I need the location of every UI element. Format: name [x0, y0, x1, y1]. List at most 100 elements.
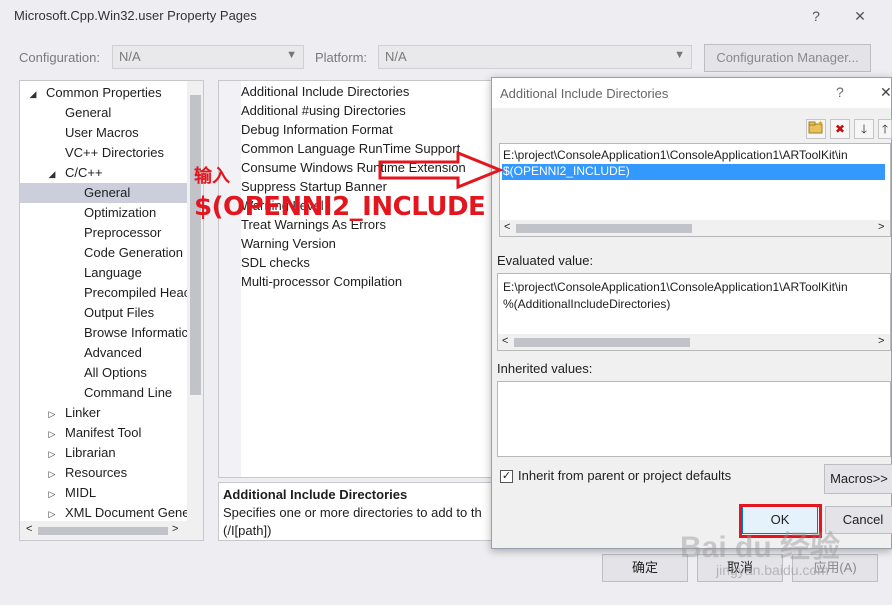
- collapsed-icon[interactable]: ▷: [47, 484, 57, 503]
- inherit-checkbox[interactable]: ✓: [500, 470, 513, 483]
- tree-item[interactable]: Preprocessor: [20, 223, 187, 243]
- tree-item[interactable]: Browse Informatic: [20, 323, 187, 343]
- inherited-label: Inherited values:: [497, 361, 593, 376]
- property-row[interactable]: SDL checks: [241, 253, 310, 272]
- tree-item-label: Optimization: [84, 205, 157, 220]
- tree-item-label: All Options: [84, 365, 147, 380]
- tree-item[interactable]: VC++ Directories: [20, 143, 187, 163]
- tree-item[interactable]: ▷ Librarian: [20, 443, 187, 463]
- description-switch: (/I[path]): [223, 523, 272, 538]
- move-up-icon[interactable]: 🡑: [878, 119, 892, 139]
- annotation-macro: $(OPENNI2_INCLUDE: [194, 192, 486, 222]
- tree-item-label: Common Properties: [46, 85, 162, 100]
- dialog-close-button[interactable]: ✕: [880, 84, 892, 101]
- collapsed-icon[interactable]: ▷: [47, 404, 57, 423]
- tree-item[interactable]: Optimization: [20, 203, 187, 223]
- tree-scrollbar[interactable]: [187, 81, 203, 521]
- ok-button-cn[interactable]: 确定: [602, 554, 688, 582]
- help-button[interactable]: ?: [804, 6, 828, 26]
- tree-item-label: Output Files: [84, 305, 155, 320]
- tree-item-label: Language: [84, 265, 142, 280]
- tree-item-label: Preprocessor: [84, 225, 162, 240]
- property-row[interactable]: Debug Information Format: [241, 120, 393, 139]
- close-button[interactable]: ✕: [848, 6, 872, 26]
- include-dirs-dialog: Additional Include Directories ? ✕ ✶ ✖ 🡓…: [491, 77, 892, 549]
- delete-icon[interactable]: ✖: [830, 119, 850, 139]
- directory-line-2-editing[interactable]: $(OPENNI2_INCLUDE): [502, 164, 885, 180]
- description-title: Additional Include Directories: [223, 487, 408, 502]
- hscroll-thumb[interactable]: [514, 338, 690, 347]
- watermark-logo: Bai du 经验: [680, 531, 841, 564]
- move-down-icon[interactable]: 🡓: [854, 119, 874, 139]
- configuration-combo[interactable]: N/A ▼: [112, 45, 304, 69]
- tree-item-label: Browse Informatic: [84, 325, 187, 340]
- tree-item[interactable]: General: [20, 103, 187, 123]
- directory-line-1[interactable]: E:\project\ConsoleApplication1\ConsoleAp…: [503, 148, 848, 162]
- tree-item[interactable]: Code Generation: [20, 243, 187, 263]
- tree-item[interactable]: Command Line: [20, 383, 187, 403]
- scroll-right-icon[interactable]: >: [172, 523, 178, 535]
- evaluated-label: Evaluated value:: [497, 253, 594, 268]
- scroll-right-icon[interactable]: >: [878, 335, 884, 347]
- platform-combo[interactable]: N/A ▼: [378, 45, 692, 69]
- tree-item[interactable]: ▷ Resources: [20, 463, 187, 483]
- property-row[interactable]: Additional Include Directories: [241, 82, 409, 101]
- property-row[interactable]: Multi-processor Compilation: [241, 272, 402, 291]
- new-folder-icon[interactable]: ✶: [806, 119, 826, 139]
- expanded-icon[interactable]: ◢: [47, 164, 57, 183]
- svg-text:✶: ✶: [817, 120, 824, 128]
- property-row[interactable]: Warning Version: [241, 234, 336, 253]
- hscroll-thumb[interactable]: [516, 224, 692, 233]
- tree-item[interactable]: ▷ Manifest Tool: [20, 423, 187, 443]
- property-list: Additional Include Directories Additional…: [219, 81, 497, 477]
- directory-list[interactable]: E:\project\ConsoleApplication1\ConsoleAp…: [499, 143, 891, 237]
- expanded-icon[interactable]: ◢: [28, 84, 38, 103]
- dialog-title: Additional Include Directories: [500, 86, 669, 101]
- description-pane: Additional Include Directories Specifies…: [218, 482, 498, 541]
- tree-item-label: Librarian: [65, 445, 116, 460]
- list-hscrollbar[interactable]: < >: [500, 220, 890, 236]
- configuration-manager-button[interactable]: Configuration Manager...: [704, 44, 871, 72]
- dialog-help-button[interactable]: ?: [836, 84, 844, 100]
- chevron-down-icon: ▼: [286, 49, 297, 61]
- tree-item-label: VC++ Directories: [65, 145, 164, 160]
- tree-item-label: Code Generation: [84, 245, 184, 260]
- tree-view: ◢ Common Properties General User Macros VC++…: [20, 81, 187, 521]
- tree-item[interactable]: Output Files: [20, 303, 187, 323]
- tree-item[interactable]: ▷ Linker: [20, 403, 187, 423]
- collapsed-icon[interactable]: ▷: [47, 424, 57, 443]
- tree-item[interactable]: User Macros: [20, 123, 187, 143]
- tree-item[interactable]: Advanced: [20, 343, 187, 363]
- tree-item[interactable]: ▷ XML Document Gene: [20, 503, 187, 523]
- tree-item[interactable]: Language: [20, 263, 187, 283]
- tree-item-label: Linker: [65, 405, 101, 420]
- evaluated-line-2: %(AdditionalIncludeDirectories): [503, 297, 671, 311]
- tree-item[interactable]: General: [20, 183, 187, 203]
- scroll-right-icon[interactable]: >: [878, 221, 884, 233]
- scroll-left-icon[interactable]: <: [26, 523, 32, 535]
- tree-item-label: C/C++: [65, 165, 103, 180]
- macros-button[interactable]: Macros>>: [824, 464, 892, 494]
- evaluated-value-box: E:\project\ConsoleApplication1\ConsoleAp…: [497, 273, 891, 351]
- annotation-arrow-icon: [378, 150, 504, 190]
- collapsed-icon[interactable]: ▷: [47, 464, 57, 483]
- scroll-left-icon[interactable]: <: [502, 335, 508, 347]
- tree-item[interactable]: ◢ Common Properties: [20, 83, 187, 103]
- tree-item[interactable]: ◢ C/C++: [20, 163, 187, 183]
- annotation-input-cn: 输入: [194, 166, 230, 187]
- inherited-values-box: [497, 381, 891, 457]
- configuration-label: Configuration:: [19, 50, 100, 65]
- tree-item-label: Precompiled Heac: [84, 285, 187, 300]
- scroll-left-icon[interactable]: <: [504, 221, 510, 233]
- tree-item-label: User Macros: [65, 125, 139, 140]
- tree-item[interactable]: All Options: [20, 363, 187, 383]
- collapsed-icon[interactable]: ▷: [47, 444, 57, 463]
- evaluated-hscrollbar[interactable]: < >: [498, 334, 890, 350]
- scroll-thumb[interactable]: [190, 95, 201, 395]
- hscroll-thumb[interactable]: [38, 527, 168, 535]
- tree-item-label: General: [65, 105, 112, 120]
- tree-hscrollbar[interactable]: < >: [20, 521, 203, 540]
- tree-item[interactable]: Precompiled Heac: [20, 283, 187, 303]
- tree-item[interactable]: ▷ MIDL: [20, 483, 187, 503]
- property-row[interactable]: Additional #using Directories: [241, 101, 406, 120]
